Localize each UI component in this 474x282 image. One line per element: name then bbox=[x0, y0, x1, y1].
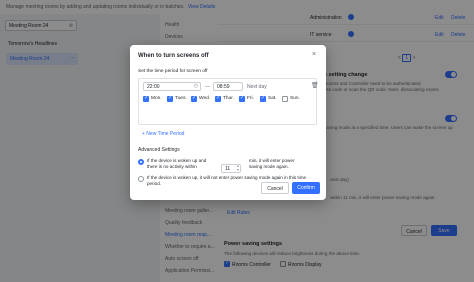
checkbox-checked bbox=[215, 95, 221, 102]
end-time-value: 08:59 bbox=[217, 84, 230, 90]
day-label: Sun. bbox=[290, 96, 300, 101]
day-label: Tues. bbox=[175, 96, 187, 101]
checkbox-checked bbox=[167, 95, 173, 102]
dialog-subtitle: Set the time period for screen off bbox=[138, 69, 208, 74]
day-label: Wed. bbox=[199, 96, 211, 101]
minutes-input[interactable]: 11 ▴ ▾ bbox=[221, 164, 241, 173]
clock-icon: ◷ bbox=[193, 83, 198, 89]
time-separator: — bbox=[205, 84, 210, 90]
option-no-enter-radio[interactable] bbox=[138, 176, 144, 182]
screen-off-dialog: When to turn screens off × Set the time … bbox=[130, 45, 326, 200]
day-label: Thur. bbox=[223, 96, 234, 101]
checkbox-checked bbox=[143, 95, 149, 102]
dialog-confirm-button[interactable]: Confirm bbox=[292, 182, 320, 194]
next-day-label: Next day bbox=[247, 84, 267, 90]
dialog-title: When to turn screens off bbox=[138, 53, 209, 59]
day-label: Mon. bbox=[151, 96, 162, 101]
start-time-value: 22:00 bbox=[147, 84, 160, 90]
dialog-cancel-button[interactable]: Cancel bbox=[261, 182, 289, 194]
advanced-settings-title: Advanced Settings bbox=[138, 147, 180, 153]
minutes-value: 11 bbox=[225, 166, 231, 172]
end-time-input[interactable]: 08:59 bbox=[213, 82, 243, 91]
option1-text-b: there is no activity within bbox=[147, 164, 197, 169]
stepper-icon[interactable]: ▴ ▾ bbox=[237, 164, 239, 172]
time-period-card: 22:00 ◷ — 08:59 Next day 🗑 Mon. Tues. We… bbox=[138, 78, 319, 125]
new-time-period-button[interactable]: + New Time Period bbox=[138, 128, 317, 140]
start-time-input[interactable]: 22:00 ◷ bbox=[143, 82, 201, 91]
checkbox-checked bbox=[239, 95, 245, 102]
option2-text-a: If the device is woken up, it will not e… bbox=[147, 175, 307, 180]
checkbox-checked bbox=[191, 95, 197, 102]
day-label: Fri. bbox=[247, 96, 254, 101]
delete-period-icon[interactable]: 🗑 bbox=[311, 82, 319, 89]
close-icon[interactable]: × bbox=[312, 51, 316, 58]
option2-text-b: period. bbox=[147, 181, 162, 186]
day-label: Sat. bbox=[268, 96, 277, 101]
option-enter-again-radio[interactable] bbox=[138, 159, 144, 165]
option1-text-d: saving mode again. bbox=[249, 164, 289, 169]
checkbox-checked bbox=[260, 95, 266, 102]
checkbox-unchecked bbox=[282, 96, 288, 102]
